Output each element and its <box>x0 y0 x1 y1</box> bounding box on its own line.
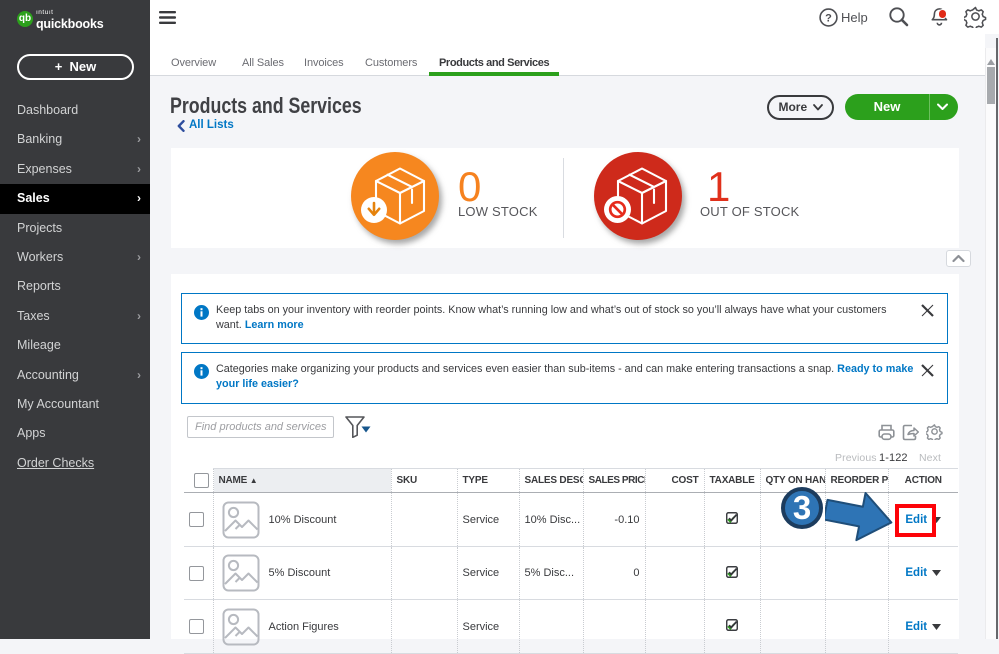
svg-text:?: ? <box>825 13 832 25</box>
